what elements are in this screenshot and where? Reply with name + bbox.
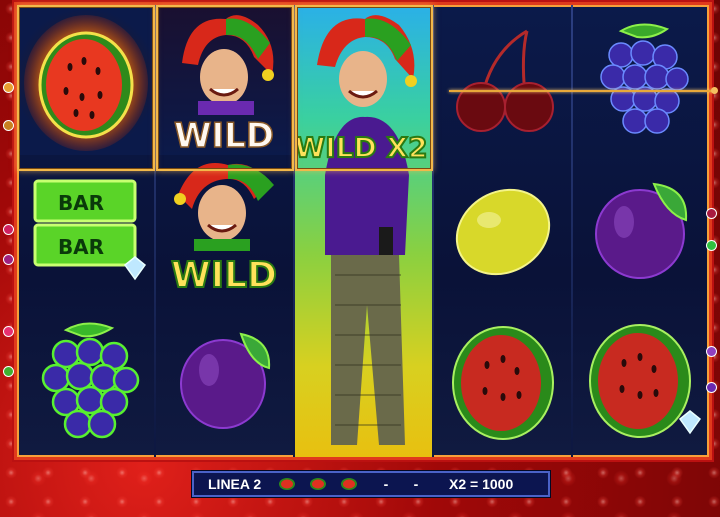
line-marker-right bbox=[706, 382, 717, 393]
payout-text: X2 = 1000 bbox=[449, 476, 514, 492]
watermelon-icon bbox=[589, 324, 702, 438]
win-info-bar: LINEA 2 - - X2 = 1000 bbox=[192, 471, 550, 497]
line-marker-left bbox=[3, 326, 14, 337]
grapes-symbol bbox=[17, 305, 155, 455]
reel-5 bbox=[573, 5, 709, 457]
joker-wild-symbol-2: WILD bbox=[156, 155, 294, 305]
line-marker-left bbox=[3, 120, 14, 131]
joker-icon: WILD bbox=[170, 163, 278, 297]
lemon-symbol bbox=[434, 155, 572, 305]
empty-slot-dash: - bbox=[383, 476, 389, 492]
win-highlight-1 bbox=[17, 5, 155, 171]
grapes-symbol bbox=[573, 5, 711, 155]
bar-label-bottom: BAR bbox=[58, 235, 104, 259]
cherries-symbol bbox=[434, 5, 572, 155]
watermelon-mini-icon bbox=[279, 478, 295, 490]
empty-slot-dash: - bbox=[413, 476, 419, 492]
payline bbox=[449, 90, 715, 92]
watermelon-symbol bbox=[573, 305, 711, 455]
reels-area: BAR BAR WILD WILD WILD X2 bbox=[14, 2, 718, 460]
line-marker-left bbox=[3, 254, 14, 265]
slot-game: BAR BAR WILD WILD WILD X2 LINEA 2 - - X2… bbox=[0, 0, 720, 517]
line-label: LINEA 2 bbox=[208, 476, 262, 492]
line-marker-left bbox=[3, 82, 14, 93]
payline-end-dot bbox=[711, 87, 718, 94]
line-marker-right bbox=[706, 346, 717, 357]
line-marker-right bbox=[706, 240, 717, 251]
grapes-icon bbox=[41, 322, 140, 439]
bar-bar-icon: BAR BAR bbox=[33, 179, 147, 281]
watermelon-icon bbox=[452, 326, 554, 440]
lemon-icon bbox=[455, 188, 551, 276]
cherries-icon bbox=[456, 29, 554, 132]
line-marker-left bbox=[3, 224, 14, 235]
bar-label-top: BAR bbox=[58, 191, 104, 215]
line-marker-right bbox=[706, 208, 717, 219]
watermelon-symbol bbox=[434, 305, 572, 455]
plum-icon bbox=[180, 332, 271, 429]
diamond-icon bbox=[678, 410, 702, 435]
win-highlight-3 bbox=[295, 5, 433, 171]
watermelon-mini-icon bbox=[341, 478, 357, 490]
win-highlight-2 bbox=[156, 5, 294, 171]
line-marker-left bbox=[3, 366, 14, 377]
watermelon-mini-icon bbox=[310, 478, 326, 490]
reel-4 bbox=[434, 5, 572, 457]
plum-symbol bbox=[156, 305, 294, 455]
plum-symbol bbox=[573, 155, 711, 305]
grapes-icon bbox=[600, 23, 689, 134]
plum-icon bbox=[595, 182, 688, 279]
bar-bar-symbol: BAR BAR bbox=[17, 155, 155, 305]
wild-label: WILD bbox=[171, 255, 277, 296]
